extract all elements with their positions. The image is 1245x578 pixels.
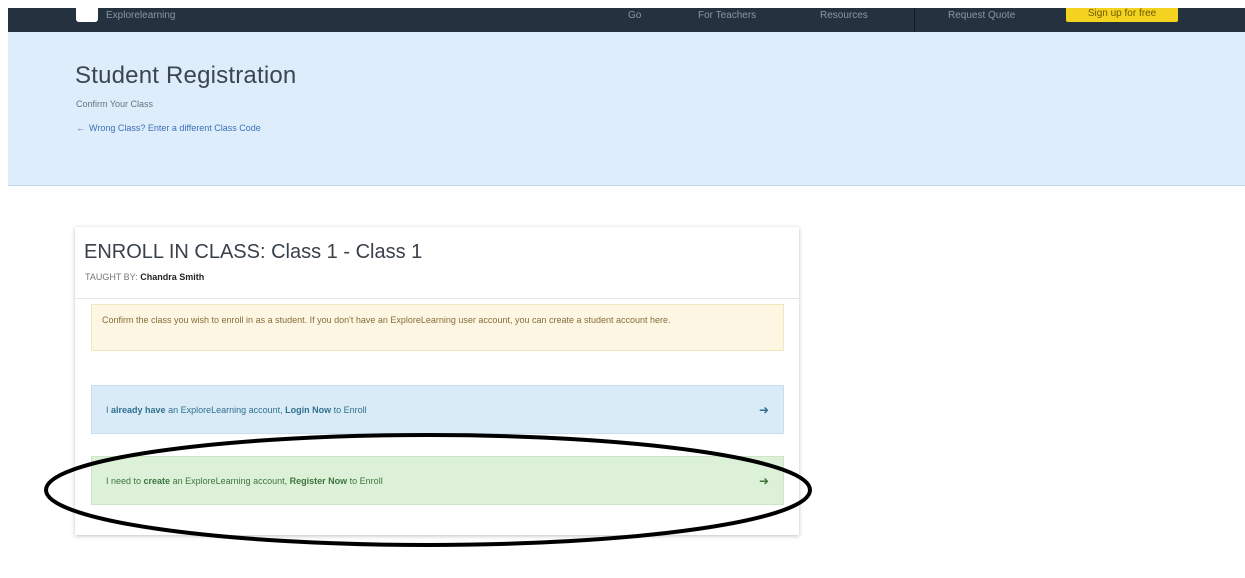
confirm-notice: Confirm the class you wish to enroll in … — [91, 304, 784, 351]
logo-icon[interactable] — [76, 8, 98, 22]
card-title: ENROLL IN CLASS: Class 1 - Class 1 — [84, 241, 423, 263]
wrong-class-link[interactable]: ← Wrong Class? Enter a different Class Co… — [76, 123, 261, 133]
arrow-left-icon: ← — [76, 123, 85, 133]
register-text-pre: I need to — [106, 476, 144, 486]
register-now-link[interactable]: Register Now — [290, 476, 348, 486]
login-text-bold1: already have — [111, 405, 166, 415]
nav-item-resources[interactable]: Resources — [820, 10, 868, 21]
login-text-mid: an ExploreLearning account, — [165, 405, 286, 415]
enroll-card: ENROLL IN CLASS: Class 1 - Class 1 TAUGH… — [75, 227, 799, 535]
brand-name[interactable]: Explorelearning — [106, 10, 176, 21]
page-title: Student Registration — [75, 62, 297, 89]
arrow-right-icon[interactable]: ➜ — [759, 457, 769, 506]
taught-by-label: TAUGHT BY: — [85, 272, 138, 282]
register-option[interactable]: I need to create an ExploreLearning acco… — [91, 456, 784, 505]
register-text-post: to Enroll — [347, 476, 383, 486]
nav-item-for-teachers[interactable]: For Teachers — [698, 10, 756, 21]
login-text-post: to Enroll — [331, 405, 367, 415]
taught-by: TAUGHT BY: Chandra Smith — [85, 272, 204, 282]
card-header: ENROLL IN CLASS: Class 1 - Class 1 TAUGH… — [75, 227, 799, 299]
nav-divider — [914, 8, 915, 32]
page-subtitle: Confirm Your Class — [76, 99, 154, 109]
wrong-class-link-label: Wrong Class? Enter a different Class Cod… — [89, 123, 261, 133]
request-quote-link[interactable]: Request Quote — [948, 10, 1015, 21]
login-option[interactable]: I already have an ExploreLearning accoun… — [91, 385, 784, 434]
nav-item-go[interactable]: Go — [628, 10, 641, 21]
teacher-name: Chandra Smith — [140, 272, 205, 282]
signup-button[interactable]: Sign up for free — [1066, 8, 1178, 22]
arrow-right-icon[interactable]: ➜ — [759, 386, 769, 435]
top-navbar: Explorelearning Go For Teachers Resource… — [8, 8, 1245, 32]
page-header: Student Registration Confirm Your Class … — [8, 32, 1245, 186]
register-text-bold1: create — [143, 476, 171, 486]
register-text-mid: an ExploreLearning account, — [170, 476, 290, 486]
login-now-link[interactable]: Login Now — [285, 405, 331, 415]
page: Explorelearning Go For Teachers Resource… — [0, 0, 1245, 578]
